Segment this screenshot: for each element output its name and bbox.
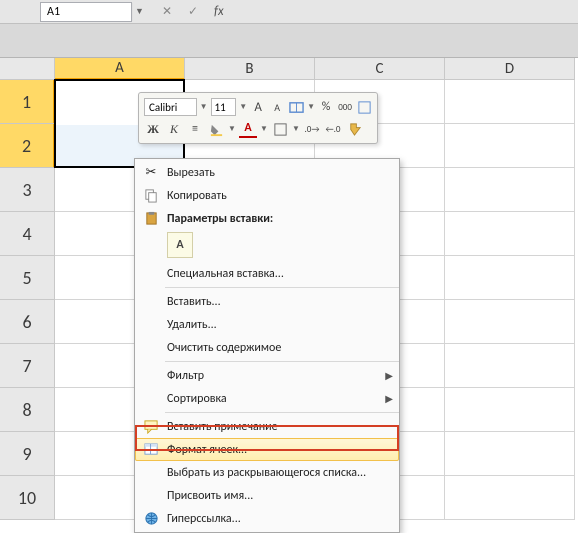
clipboard-icon — [139, 209, 163, 229]
font-color-icon[interactable]: A — [239, 120, 257, 138]
cell[interactable] — [445, 168, 575, 212]
col-header-a[interactable]: A — [55, 58, 185, 80]
menu-paste-special[interactable]: Специальная вставка... — [135, 262, 399, 285]
increase-decimal-icon[interactable]: .0→ — [303, 120, 321, 138]
bold-button[interactable]: Ж — [144, 120, 162, 138]
cell[interactable] — [445, 432, 575, 476]
submenu-arrow-icon: ▶ — [385, 369, 393, 382]
italic-button[interactable]: К — [165, 120, 183, 138]
menu-clear-contents[interactable]: Очистить содержимое — [135, 336, 399, 359]
chevron-down-icon[interactable]: ▼ — [260, 124, 268, 134]
cell[interactable] — [445, 124, 575, 168]
fill-color-icon[interactable] — [207, 120, 225, 138]
comment-icon — [139, 417, 163, 437]
row-header-10[interactable]: 10 — [0, 476, 55, 520]
chevron-down-icon[interactable]: ▼ — [228, 124, 236, 134]
copy-icon — [139, 186, 163, 206]
row-header-1[interactable]: 1 — [0, 80, 55, 124]
col-header-d[interactable]: D — [445, 58, 575, 80]
select-all-corner[interactable] — [0, 58, 55, 80]
cell[interactable] — [445, 80, 575, 124]
cell[interactable] — [445, 476, 575, 520]
comma-format-icon[interactable] — [337, 98, 353, 116]
row-header-9[interactable]: 9 — [0, 432, 55, 476]
row-header-6[interactable]: 6 — [0, 300, 55, 344]
hyperlink-icon — [139, 509, 163, 529]
align-icon[interactable]: ≡ — [186, 120, 204, 138]
percent-format-icon[interactable] — [318, 98, 334, 116]
cell[interactable] — [445, 212, 575, 256]
context-menu: ✂ Вырезать Копировать Параметры вставки:… — [134, 158, 400, 533]
row-header-5[interactable]: 5 — [0, 256, 55, 300]
chevron-down-icon[interactable]: ▼ — [200, 102, 208, 112]
row-header-7[interactable]: 7 — [0, 344, 55, 388]
cancel-formula-icon: ✕ — [156, 3, 178, 21]
menu-filter[interactable]: Фильтр ▶ — [135, 364, 399, 387]
row-header-4[interactable]: 4 — [0, 212, 55, 256]
cell[interactable] — [445, 256, 575, 300]
menu-insert-comment[interactable]: Вставить примечание — [135, 415, 399, 438]
row-header-8[interactable]: 8 — [0, 388, 55, 432]
menu-hyperlink[interactable]: Гиперссылка... — [135, 507, 399, 530]
fx-label[interactable]: fx — [214, 4, 224, 19]
row-header-3[interactable]: 3 — [0, 168, 55, 212]
merge-cells-icon[interactable] — [288, 98, 304, 116]
row-header-2[interactable]: 2 — [0, 124, 55, 168]
increase-font-icon[interactable]: A — [250, 98, 266, 116]
menu-delete[interactable]: Удалить... — [135, 313, 399, 336]
format-cells-icon — [139, 440, 163, 460]
decrease-decimal-icon[interactable]: ←.0 — [324, 120, 342, 138]
decrease-font-icon[interactable]: A — [269, 98, 285, 116]
menu-insert[interactable]: Вставить... — [135, 290, 399, 313]
name-box[interactable]: A1 — [40, 2, 132, 22]
font-size-selector[interactable]: 11 — [211, 98, 237, 116]
menu-sort[interactable]: Сортировка ▶ — [135, 387, 399, 410]
chevron-down-icon[interactable]: ▼ — [239, 102, 247, 112]
menu-format-cells[interactable]: Формат ячеек... — [135, 438, 399, 461]
menu-paste-options-header: Параметры вставки: — [135, 207, 399, 230]
font-selector[interactable]: Calibri — [144, 98, 197, 116]
borders-icon[interactable] — [356, 98, 372, 116]
menu-pick-from-dropdown[interactable]: Выбрать из раскрывающегося списка... — [135, 461, 399, 484]
menu-define-name[interactable]: Присвоить имя... — [135, 484, 399, 507]
scissors-icon: ✂ — [139, 163, 163, 183]
chevron-down-icon[interactable]: ▼ — [307, 102, 315, 112]
name-box-dropdown-icon[interactable]: ▼ — [132, 3, 146, 21]
formula-bar-area — [0, 24, 578, 58]
chevron-down-icon[interactable]: ▼ — [292, 124, 300, 134]
cell[interactable] — [445, 344, 575, 388]
submenu-arrow-icon: ▶ — [385, 392, 393, 405]
mini-toolbar: Calibri▼ 11▼ A A ▼ Ж К ≡ ▼ A▼ ▼ .0→ ←.0 — [138, 92, 378, 144]
paste-option-default[interactable]: A — [167, 232, 193, 258]
col-header-b[interactable]: B — [185, 58, 315, 80]
col-header-c[interactable]: C — [315, 58, 445, 80]
menu-cut[interactable]: ✂ Вырезать — [135, 161, 399, 184]
border-icon[interactable] — [271, 120, 289, 138]
enter-formula-icon: ✓ — [182, 3, 204, 21]
menu-copy[interactable]: Копировать — [135, 184, 399, 207]
cell[interactable] — [445, 300, 575, 344]
cell[interactable] — [445, 388, 575, 432]
format-painter-icon[interactable] — [345, 120, 363, 138]
